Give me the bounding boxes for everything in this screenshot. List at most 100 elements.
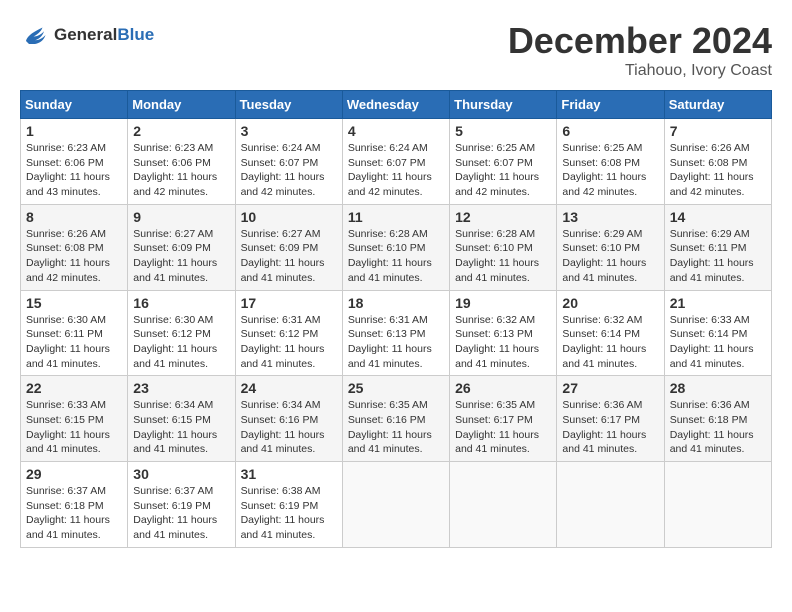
table-row: 28 Sunrise: 6:36 AM Sunset: 6:18 PM Dayl… [664, 376, 771, 462]
day-info: Sunrise: 6:25 AM Sunset: 6:08 PM Dayligh… [562, 141, 658, 200]
day-number: 13 [562, 209, 658, 225]
day-info: Sunrise: 6:23 AM Sunset: 6:06 PM Dayligh… [133, 141, 229, 200]
day-info: Sunrise: 6:30 AM Sunset: 6:12 PM Dayligh… [133, 313, 229, 372]
day-info: Sunrise: 6:36 AM Sunset: 6:18 PM Dayligh… [670, 398, 766, 457]
col-thursday: Thursday [450, 91, 557, 119]
col-friday: Friday [557, 91, 664, 119]
day-number: 23 [133, 380, 229, 396]
table-row: 30 Sunrise: 6:37 AM Sunset: 6:19 PM Dayl… [128, 462, 235, 548]
table-row: 10 Sunrise: 6:27 AM Sunset: 6:09 PM Dayl… [235, 204, 342, 290]
table-row: 21 Sunrise: 6:33 AM Sunset: 6:14 PM Dayl… [664, 290, 771, 376]
table-row: 22 Sunrise: 6:33 AM Sunset: 6:15 PM Dayl… [21, 376, 128, 462]
table-row: 31 Sunrise: 6:38 AM Sunset: 6:19 PM Dayl… [235, 462, 342, 548]
day-info: Sunrise: 6:28 AM Sunset: 6:10 PM Dayligh… [348, 227, 444, 286]
table-row: 4 Sunrise: 6:24 AM Sunset: 6:07 PM Dayli… [342, 119, 449, 205]
day-info: Sunrise: 6:33 AM Sunset: 6:15 PM Dayligh… [26, 398, 122, 457]
day-info: Sunrise: 6:38 AM Sunset: 6:19 PM Dayligh… [241, 484, 337, 543]
day-info: Sunrise: 6:24 AM Sunset: 6:07 PM Dayligh… [241, 141, 337, 200]
day-number: 11 [348, 209, 444, 225]
table-row [664, 462, 771, 548]
day-number: 25 [348, 380, 444, 396]
table-row: 24 Sunrise: 6:34 AM Sunset: 6:16 PM Dayl… [235, 376, 342, 462]
day-number: 2 [133, 123, 229, 139]
day-number: 9 [133, 209, 229, 225]
location: Tiahouo, Ivory Coast [508, 62, 772, 80]
table-row: 19 Sunrise: 6:32 AM Sunset: 6:13 PM Dayl… [450, 290, 557, 376]
table-row: 2 Sunrise: 6:23 AM Sunset: 6:06 PM Dayli… [128, 119, 235, 205]
table-row: 18 Sunrise: 6:31 AM Sunset: 6:13 PM Dayl… [342, 290, 449, 376]
table-row: 6 Sunrise: 6:25 AM Sunset: 6:08 PM Dayli… [557, 119, 664, 205]
day-info: Sunrise: 6:31 AM Sunset: 6:13 PM Dayligh… [348, 313, 444, 372]
day-number: 7 [670, 123, 766, 139]
calendar-week-row: 29 Sunrise: 6:37 AM Sunset: 6:18 PM Dayl… [21, 462, 772, 548]
day-info: Sunrise: 6:36 AM Sunset: 6:17 PM Dayligh… [562, 398, 658, 457]
col-sunday: Sunday [21, 91, 128, 119]
table-row [557, 462, 664, 548]
table-row: 14 Sunrise: 6:29 AM Sunset: 6:11 PM Dayl… [664, 204, 771, 290]
day-info: Sunrise: 6:26 AM Sunset: 6:08 PM Dayligh… [670, 141, 766, 200]
day-number: 5 [455, 123, 551, 139]
day-info: Sunrise: 6:23 AM Sunset: 6:06 PM Dayligh… [26, 141, 122, 200]
day-info: Sunrise: 6:37 AM Sunset: 6:18 PM Dayligh… [26, 484, 122, 543]
title-block: December 2024 Tiahouo, Ivory Coast [508, 20, 772, 80]
table-row: 26 Sunrise: 6:35 AM Sunset: 6:17 PM Dayl… [450, 376, 557, 462]
day-info: Sunrise: 6:28 AM Sunset: 6:10 PM Dayligh… [455, 227, 551, 286]
day-number: 10 [241, 209, 337, 225]
day-number: 19 [455, 295, 551, 311]
table-row [450, 462, 557, 548]
day-info: Sunrise: 6:33 AM Sunset: 6:14 PM Dayligh… [670, 313, 766, 372]
month-title: December 2024 [508, 20, 772, 62]
day-number: 31 [241, 466, 337, 482]
col-wednesday: Wednesday [342, 91, 449, 119]
day-info: Sunrise: 6:37 AM Sunset: 6:19 PM Dayligh… [133, 484, 229, 543]
day-number: 22 [26, 380, 122, 396]
day-info: Sunrise: 6:26 AM Sunset: 6:08 PM Dayligh… [26, 227, 122, 286]
table-row: 9 Sunrise: 6:27 AM Sunset: 6:09 PM Dayli… [128, 204, 235, 290]
table-row: 27 Sunrise: 6:36 AM Sunset: 6:17 PM Dayl… [557, 376, 664, 462]
day-number: 30 [133, 466, 229, 482]
day-number: 17 [241, 295, 337, 311]
table-row: 13 Sunrise: 6:29 AM Sunset: 6:10 PM Dayl… [557, 204, 664, 290]
table-row: 17 Sunrise: 6:31 AM Sunset: 6:12 PM Dayl… [235, 290, 342, 376]
table-row: 20 Sunrise: 6:32 AM Sunset: 6:14 PM Dayl… [557, 290, 664, 376]
col-tuesday: Tuesday [235, 91, 342, 119]
day-info: Sunrise: 6:27 AM Sunset: 6:09 PM Dayligh… [133, 227, 229, 286]
col-saturday: Saturday [664, 91, 771, 119]
day-info: Sunrise: 6:24 AM Sunset: 6:07 PM Dayligh… [348, 141, 444, 200]
logo-text: GeneralBlue [54, 26, 154, 45]
calendar-week-row: 15 Sunrise: 6:30 AM Sunset: 6:11 PM Dayl… [21, 290, 772, 376]
table-row: 5 Sunrise: 6:25 AM Sunset: 6:07 PM Dayli… [450, 119, 557, 205]
calendar-header-row: Sunday Monday Tuesday Wednesday Thursday… [21, 91, 772, 119]
col-monday: Monday [128, 91, 235, 119]
calendar-week-row: 1 Sunrise: 6:23 AM Sunset: 6:06 PM Dayli… [21, 119, 772, 205]
day-info: Sunrise: 6:32 AM Sunset: 6:13 PM Dayligh… [455, 313, 551, 372]
day-number: 21 [670, 295, 766, 311]
calendar-week-row: 22 Sunrise: 6:33 AM Sunset: 6:15 PM Dayl… [21, 376, 772, 462]
day-info: Sunrise: 6:30 AM Sunset: 6:11 PM Dayligh… [26, 313, 122, 372]
table-row: 25 Sunrise: 6:35 AM Sunset: 6:16 PM Dayl… [342, 376, 449, 462]
day-info: Sunrise: 6:34 AM Sunset: 6:16 PM Dayligh… [241, 398, 337, 457]
day-number: 3 [241, 123, 337, 139]
day-info: Sunrise: 6:29 AM Sunset: 6:10 PM Dayligh… [562, 227, 658, 286]
calendar-table: Sunday Monday Tuesday Wednesday Thursday… [20, 90, 772, 548]
day-number: 29 [26, 466, 122, 482]
day-info: Sunrise: 6:35 AM Sunset: 6:16 PM Dayligh… [348, 398, 444, 457]
day-number: 28 [670, 380, 766, 396]
day-number: 1 [26, 123, 122, 139]
page-header: GeneralBlue December 2024 Tiahouo, Ivory… [20, 20, 772, 80]
day-number: 6 [562, 123, 658, 139]
day-info: Sunrise: 6:32 AM Sunset: 6:14 PM Dayligh… [562, 313, 658, 372]
table-row: 15 Sunrise: 6:30 AM Sunset: 6:11 PM Dayl… [21, 290, 128, 376]
table-row: 16 Sunrise: 6:30 AM Sunset: 6:12 PM Dayl… [128, 290, 235, 376]
day-number: 12 [455, 209, 551, 225]
day-number: 16 [133, 295, 229, 311]
day-info: Sunrise: 6:27 AM Sunset: 6:09 PM Dayligh… [241, 227, 337, 286]
day-number: 20 [562, 295, 658, 311]
logo: GeneralBlue [20, 20, 154, 50]
table-row: 7 Sunrise: 6:26 AM Sunset: 6:08 PM Dayli… [664, 119, 771, 205]
table-row: 29 Sunrise: 6:37 AM Sunset: 6:18 PM Dayl… [21, 462, 128, 548]
table-row: 1 Sunrise: 6:23 AM Sunset: 6:06 PM Dayli… [21, 119, 128, 205]
table-row: 23 Sunrise: 6:34 AM Sunset: 6:15 PM Dayl… [128, 376, 235, 462]
day-number: 14 [670, 209, 766, 225]
day-info: Sunrise: 6:35 AM Sunset: 6:17 PM Dayligh… [455, 398, 551, 457]
